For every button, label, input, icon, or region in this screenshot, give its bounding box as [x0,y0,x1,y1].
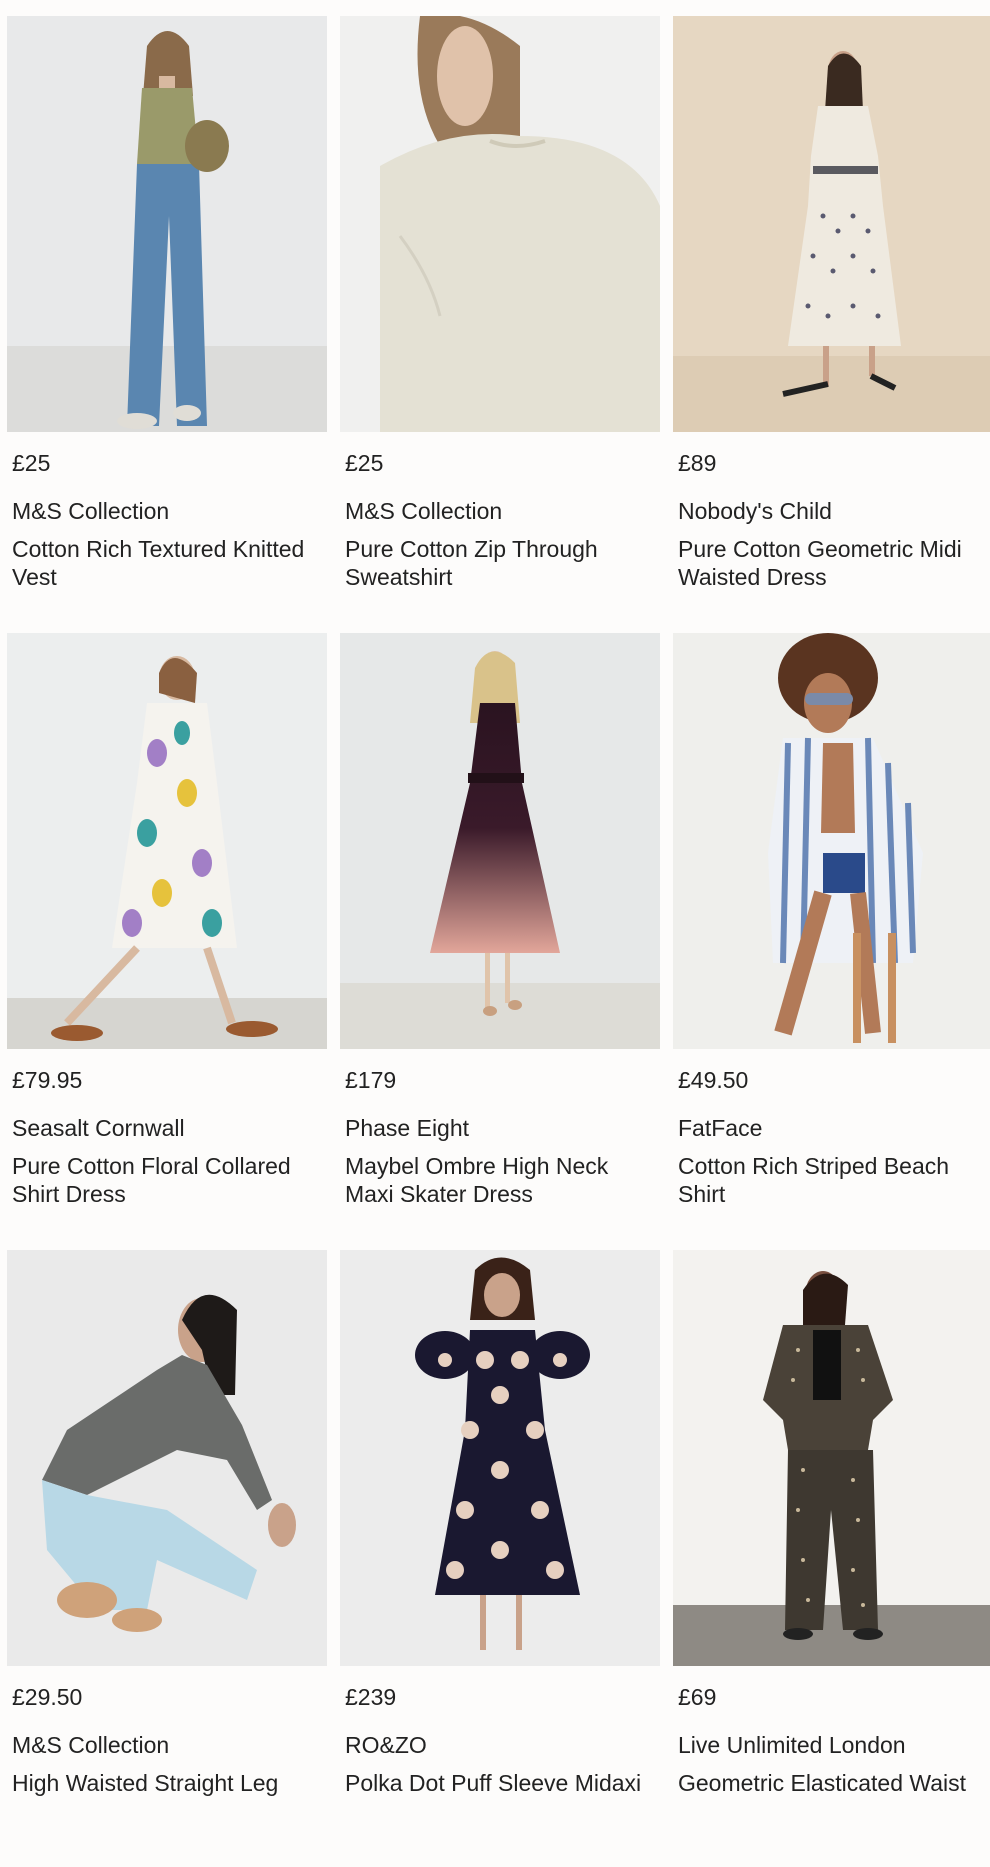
product-card[interactable]: £49.50 FatFace Cotton Rich Striped Beach… [673,633,990,1250]
product-card[interactable]: £25 M&S Collection Pure Cotton Zip Throu… [340,16,660,633]
product-image[interactable] [340,16,660,432]
product-image[interactable] [673,633,990,1049]
product-price: £69 [678,1684,717,1710]
product-card[interactable]: £25 M&S Collection Cotton Rich Textured … [7,16,327,633]
product-image[interactable] [673,1250,990,1666]
product-image[interactable] [340,1250,660,1666]
product-brand[interactable]: Phase Eight [345,1114,469,1142]
product-name[interactable]: Pure Cotton Zip Through Sweatshirt [345,535,663,591]
product-name[interactable]: Cotton Rich Striped Beach Shirt [678,1152,990,1208]
product-name[interactable]: Pure Cotton Floral Collared Shirt Dress [12,1152,330,1208]
product-brand[interactable]: FatFace [678,1114,762,1142]
product-brand[interactable]: M&S Collection [12,1731,169,1759]
product-image[interactable] [7,16,327,432]
product-price: £239 [345,1684,397,1710]
product-card[interactable]: £239 RO&ZO Polka Dot Puff Sleeve Midaxi [340,1250,660,1867]
product-image[interactable] [673,16,990,432]
product-name[interactable]: Cotton Rich Textured Knitted Vest [12,535,330,591]
product-brand[interactable]: Live Unlimited London [678,1731,906,1759]
product-name[interactable]: Maybel Ombre High Neck Maxi Skater Dress [345,1152,663,1208]
product-brand[interactable]: Nobody's Child [678,497,832,525]
product-brand[interactable]: Seasalt Cornwall [12,1114,185,1142]
product-grid: £25 M&S Collection Cotton Rich Textured … [7,16,990,1867]
product-price: £179 [345,1067,397,1093]
product-name[interactable]: Pure Cotton Geometric Midi Waisted Dress [678,535,990,591]
product-card[interactable]: £89 Nobody's Child Pure Cotton Geometric… [673,16,990,633]
product-brand[interactable]: M&S Collection [12,497,169,525]
product-brand[interactable]: RO&ZO [345,1731,427,1759]
product-price: £49.50 [678,1067,749,1093]
product-card[interactable]: £79.95 Seasalt Cornwall Pure Cotton Flor… [7,633,327,1250]
product-price: £79.95 [12,1067,83,1093]
product-card[interactable]: £29.50 M&S Collection High Waisted Strai… [7,1250,327,1867]
product-card[interactable]: £69 Live Unlimited London Geometric Elas… [673,1250,990,1867]
product-price: £25 [345,450,384,476]
product-price: £89 [678,450,717,476]
product-brand[interactable]: M&S Collection [345,497,502,525]
product-price: £25 [12,450,51,476]
product-image[interactable] [7,1250,327,1666]
product-card[interactable]: £179 Phase Eight Maybel Ombre High Neck … [340,633,660,1250]
product-price: £29.50 [12,1684,83,1710]
product-image[interactable] [340,633,660,1049]
product-image[interactable] [7,633,327,1049]
